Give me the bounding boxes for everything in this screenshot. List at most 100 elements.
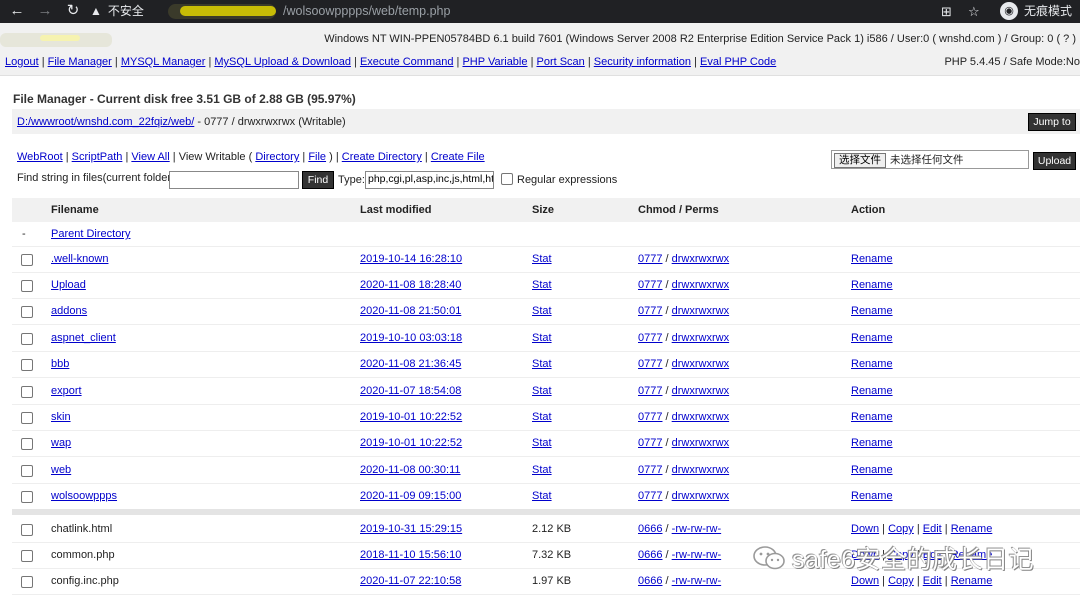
stat-link[interactable]: Stat xyxy=(532,358,552,370)
address-bar-url[interactable]: /wolsoowpppps/web/temp.php xyxy=(283,0,450,23)
modified-link[interactable]: 2018-11-10 15:56:10 xyxy=(360,549,461,561)
translate-icon[interactable]: ⊞ xyxy=(941,0,952,23)
stat-link[interactable]: Stat xyxy=(532,411,552,423)
view-writable-file-link[interactable]: File xyxy=(308,151,326,163)
stat-link[interactable]: Stat xyxy=(532,332,552,344)
stat-link[interactable]: Stat xyxy=(532,490,552,502)
dir-name-link[interactable]: wolsoowppps xyxy=(51,490,117,502)
view-all-link[interactable]: View All xyxy=(131,151,169,163)
dir-name-link[interactable]: skin xyxy=(51,411,71,423)
chmod-link[interactable]: 0777 xyxy=(638,332,662,344)
rename-link[interactable]: Rename xyxy=(851,305,893,317)
perms-link[interactable]: drwxrwxrwx xyxy=(672,411,729,423)
reload-icon[interactable]: ↻ xyxy=(62,0,84,23)
create-file-link[interactable]: Create File xyxy=(431,151,485,163)
row-checkbox[interactable] xyxy=(21,280,33,292)
chmod-link[interactable]: 0777 xyxy=(638,279,662,291)
dir-name-link[interactable]: wap xyxy=(51,437,71,449)
rename-link[interactable]: Rename xyxy=(851,437,893,449)
chmod-link[interactable]: 0666 xyxy=(638,575,662,587)
row-checkbox[interactable] xyxy=(21,412,33,424)
create-directory-link[interactable]: Create Directory xyxy=(342,151,422,163)
stat-link[interactable]: Stat xyxy=(532,464,552,476)
file-name[interactable]: config.inc.php xyxy=(51,575,119,587)
stat-link[interactable]: Stat xyxy=(532,437,552,449)
upload-button[interactable]: Upload xyxy=(1033,152,1076,170)
rename-link[interactable]: Rename xyxy=(851,358,893,370)
rename-link[interactable]: Rename xyxy=(851,411,893,423)
modified-link[interactable]: 2019-10-14 16:28:10 xyxy=(360,253,462,265)
chmod-link[interactable]: 0777 xyxy=(638,385,662,397)
row-checkbox[interactable] xyxy=(21,254,33,266)
type-input[interactable]: php,cgi,pl,asp,inc,js,html,htm xyxy=(365,171,494,189)
perms-link[interactable]: drwxrwxrwx xyxy=(672,305,729,317)
down-link[interactable]: Down xyxy=(851,575,879,587)
edit-link[interactable]: Edit xyxy=(923,523,942,535)
modified-link[interactable]: 2019-10-10 03:03:18 xyxy=(360,332,462,344)
edit-link[interactable]: Edit xyxy=(923,575,942,587)
row-checkbox[interactable] xyxy=(21,438,33,450)
dir-name-link[interactable]: aspnet_client xyxy=(51,332,116,344)
scriptpath-link[interactable]: ScriptPath xyxy=(72,151,123,163)
modified-link[interactable]: 2020-11-08 18:28:40 xyxy=(360,279,461,291)
stat-link[interactable]: Stat xyxy=(532,253,552,265)
rename-link[interactable]: Rename xyxy=(851,490,893,502)
modified-link[interactable]: 2020-11-07 18:54:08 xyxy=(360,385,461,397)
modified-link[interactable]: 2020-11-09 09:15:00 xyxy=(360,490,461,502)
perms-link[interactable]: drwxrwxrwx xyxy=(672,437,729,449)
rename-link[interactable]: Rename xyxy=(851,253,893,265)
rename-link[interactable]: Rename xyxy=(851,385,893,397)
menu-port-scan[interactable]: Port Scan xyxy=(536,56,584,68)
rename-link[interactable]: Rename xyxy=(951,523,993,535)
webroot-link[interactable]: WebRoot xyxy=(17,151,63,163)
find-button[interactable]: Find xyxy=(302,171,334,189)
view-writable-directory-link[interactable]: Directory xyxy=(255,151,299,163)
regex-checkbox[interactable] xyxy=(501,173,513,185)
file-name[interactable]: common.php xyxy=(51,549,115,561)
chmod-link[interactable]: 0777 xyxy=(638,305,662,317)
menu-file-manager[interactable]: File Manager xyxy=(48,56,112,68)
perms-link[interactable]: drwxrwxrwx xyxy=(672,490,729,502)
current-path-link[interactable]: D:/wwwroot/wnshd.com_22fqiz/web/ xyxy=(17,116,194,128)
chmod-link[interactable]: 0666 xyxy=(638,523,662,535)
perms-link[interactable]: drwxrwxrwx xyxy=(672,358,729,370)
menu-mysql-manager[interactable]: MYSQL Manager xyxy=(121,56,206,68)
perms-link[interactable]: drwxrwxrwx xyxy=(672,464,729,476)
row-checkbox[interactable] xyxy=(21,550,33,562)
security-indicator[interactable]: ▲ 不安全 xyxy=(90,0,144,23)
modified-link[interactable]: 2019-10-31 15:29:15 xyxy=(360,523,462,535)
perms-link[interactable]: -rw-rw-rw- xyxy=(672,575,721,587)
modified-link[interactable]: 2019-10-01 10:22:52 xyxy=(360,437,462,449)
row-checkbox[interactable] xyxy=(21,359,33,371)
row-checkbox[interactable] xyxy=(21,465,33,477)
forward-icon[interactable]: → xyxy=(34,0,56,23)
stat-link[interactable]: Stat xyxy=(532,279,552,291)
row-checkbox[interactable] xyxy=(21,524,33,536)
file-name[interactable]: chatlink.html xyxy=(51,523,112,535)
row-checkbox[interactable] xyxy=(21,306,33,318)
menu-execute-command[interactable]: Execute Command xyxy=(360,56,454,68)
modified-link[interactable]: 2020-11-08 21:36:45 xyxy=(360,358,461,370)
stat-link[interactable]: Stat xyxy=(532,305,552,317)
rename-link[interactable]: Rename xyxy=(951,575,993,587)
copy-link[interactable]: Copy xyxy=(888,575,914,587)
perms-link[interactable]: drwxrwxrwx xyxy=(672,279,729,291)
rename-link[interactable]: Rename xyxy=(851,279,893,291)
choose-file-button[interactable]: 选择文件 xyxy=(834,153,886,168)
copy-link[interactable]: Copy xyxy=(888,523,914,535)
modified-link[interactable]: 2020-11-07 22:10:58 xyxy=(360,575,461,587)
chmod-link[interactable]: 0666 xyxy=(638,549,662,561)
modified-link[interactable]: 2019-10-01 10:22:52 xyxy=(360,411,462,423)
incognito-label[interactable]: 无痕模式 xyxy=(1024,0,1072,23)
parent-directory-link[interactable]: Parent Directory xyxy=(51,228,130,240)
dir-name-link[interactable]: addons xyxy=(51,305,87,317)
row-checkbox[interactable] xyxy=(21,386,33,398)
upload-file-input[interactable]: 选择文件 未选择任何文件 xyxy=(831,150,1029,169)
perms-link[interactable]: drwxrwxrwx xyxy=(672,385,729,397)
menu-php-variable[interactable]: PHP Variable xyxy=(462,56,527,68)
menu-eval-php[interactable]: Eval PHP Code xyxy=(700,56,776,68)
chmod-link[interactable]: 0777 xyxy=(638,464,662,476)
modified-link[interactable]: 2020-11-08 21:50:01 xyxy=(360,305,461,317)
menu-mysql-upload[interactable]: MySQL Upload & Download xyxy=(214,56,351,68)
perms-link[interactable]: -rw-rw-rw- xyxy=(672,523,721,535)
